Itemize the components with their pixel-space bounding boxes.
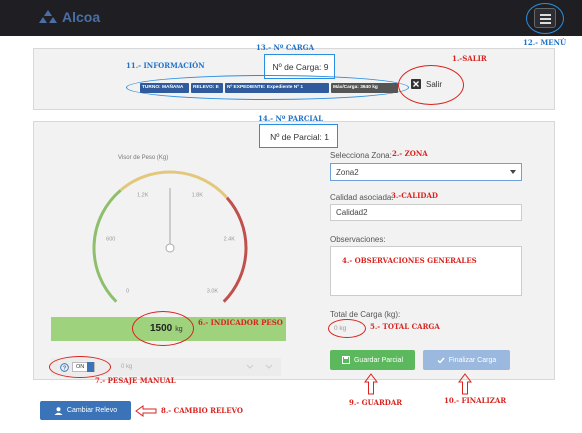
annotation-salir: 1.-SALIR bbox=[452, 54, 487, 63]
weight-gauge: 0 600 1.2K 1.8K 2.4K 3.0K bbox=[92, 170, 248, 303]
gauge-tick-label: 600 bbox=[106, 237, 115, 243]
guardar-parcial-button[interactable]: Guardar Parcial bbox=[330, 350, 415, 370]
calidad-value: Calidad2 bbox=[336, 208, 368, 217]
help-icon[interactable]: ? bbox=[60, 362, 69, 372]
salir-label: Salir bbox=[426, 79, 443, 89]
gauge-tick-label: 0 bbox=[126, 288, 129, 294]
annotation-menu: 12.- MENÚ bbox=[523, 38, 567, 47]
annotation-total-carga: 5.- TOTAL CARGA bbox=[370, 322, 440, 331]
gauge-hub bbox=[165, 243, 175, 253]
brand-logo[interactable]: Alcoa bbox=[38, 9, 100, 25]
finalizar-carga-button[interactable]: Finalizar Carga bbox=[423, 350, 510, 370]
annotation-parcial: 14.- Nº PARCIAL bbox=[258, 114, 324, 123]
total-carga-label: Total de Carga (kg): bbox=[330, 310, 401, 319]
annotation-observaciones: 4.- OBSERVACIONES GENERALES bbox=[342, 256, 477, 265]
badge-expediente: Nº EXPEDIENTE: Expediente Nº 1 bbox=[225, 83, 329, 93]
parcial-number-box: Nº de Parcial: 1 bbox=[259, 124, 338, 148]
gauge-tick-label: 1.2K bbox=[137, 193, 149, 199]
toggle-label: ON bbox=[76, 364, 85, 370]
badge-max-carga: Máx/Carga: 3640 kg bbox=[331, 83, 398, 93]
annotation-informacion: 11.- INFORMACIÓN bbox=[126, 61, 205, 70]
calidad-field[interactable]: Calidad2 bbox=[330, 204, 522, 221]
zona-select-value: Zona2 bbox=[336, 167, 359, 177]
manual-toggle-group: ? ON bbox=[60, 362, 96, 372]
annotation-guardar: 9.- GUARDAR bbox=[349, 398, 403, 407]
cambiar-relevo-button[interactable]: Cambiar Relevo bbox=[40, 401, 131, 420]
badge-turno: TURNO: MAÑANA bbox=[140, 83, 189, 93]
manual-toggle[interactable]: ON bbox=[72, 362, 96, 372]
guardar-arrow-icon bbox=[364, 373, 378, 395]
total-annotation-ellipse bbox=[328, 319, 366, 338]
menu-annotation-circle bbox=[526, 3, 564, 34]
annotation-carga: 13.- Nº CARGA bbox=[256, 43, 315, 52]
annotation-calidad: 3.-CALIDAD bbox=[391, 191, 438, 200]
weight-annotation-ellipse bbox=[132, 311, 194, 346]
gauge-tick-label: 2.4K bbox=[224, 237, 236, 243]
finalizar-arrow-icon bbox=[458, 373, 472, 395]
check-icon bbox=[437, 357, 445, 364]
gauge-arc-high bbox=[222, 196, 248, 303]
gauge-tick-label: 3.0K bbox=[207, 288, 219, 294]
observaciones-label: Observaciones: bbox=[330, 235, 386, 244]
calidad-label: Calidad asociada: bbox=[330, 193, 394, 202]
annotation-pesaje-manual: 7.- PESAJE MANUAL bbox=[95, 376, 176, 385]
user-icon bbox=[54, 406, 63, 415]
salir-button[interactable]: Salir bbox=[411, 79, 442, 89]
svg-text:?: ? bbox=[63, 365, 67, 371]
caret-down-icon bbox=[510, 170, 516, 174]
observaciones-textarea[interactable] bbox=[330, 246, 522, 296]
cambiar-relevo-label: Cambiar Relevo bbox=[66, 407, 118, 414]
alcoa-logo-icon bbox=[39, 10, 57, 23]
annotation-zona: 2.- ZONA bbox=[392, 149, 428, 158]
annotation-finalizar: 10.- FINALIZAR bbox=[444, 396, 507, 405]
gauge-arc-low bbox=[92, 189, 122, 303]
info-badges: TURNO: MAÑANA RELEVO: E Nº EXPEDIENTE: E… bbox=[140, 83, 400, 93]
zona-label: Selecciona Zona: bbox=[330, 151, 392, 160]
finalizar-label: Finalizar Carga bbox=[448, 356, 497, 364]
annotation-indicador-peso: 6.- INDICADOR PESO bbox=[198, 318, 283, 327]
carga-number-label: Nº de Carga: 9 bbox=[272, 62, 329, 72]
guardar-label: Guardar Parcial bbox=[353, 356, 404, 364]
parcial-number-label: Nº de Parcial: 1 bbox=[270, 132, 329, 142]
gauge-tick-label: 1.8K bbox=[192, 193, 204, 199]
zona-select[interactable]: Zona2 bbox=[330, 163, 522, 181]
badge-relevo: RELEVO: E bbox=[191, 83, 223, 93]
brand-name: Alcoa bbox=[62, 9, 101, 25]
close-icon bbox=[411, 79, 421, 89]
manual-input-controls bbox=[246, 364, 273, 369]
save-icon bbox=[341, 356, 350, 364]
relevo-arrow-icon bbox=[135, 405, 157, 417]
toggle-knob bbox=[87, 362, 95, 372]
annotation-cambio-relevo: 8.- CAMBIO RELEVO bbox=[161, 406, 243, 415]
